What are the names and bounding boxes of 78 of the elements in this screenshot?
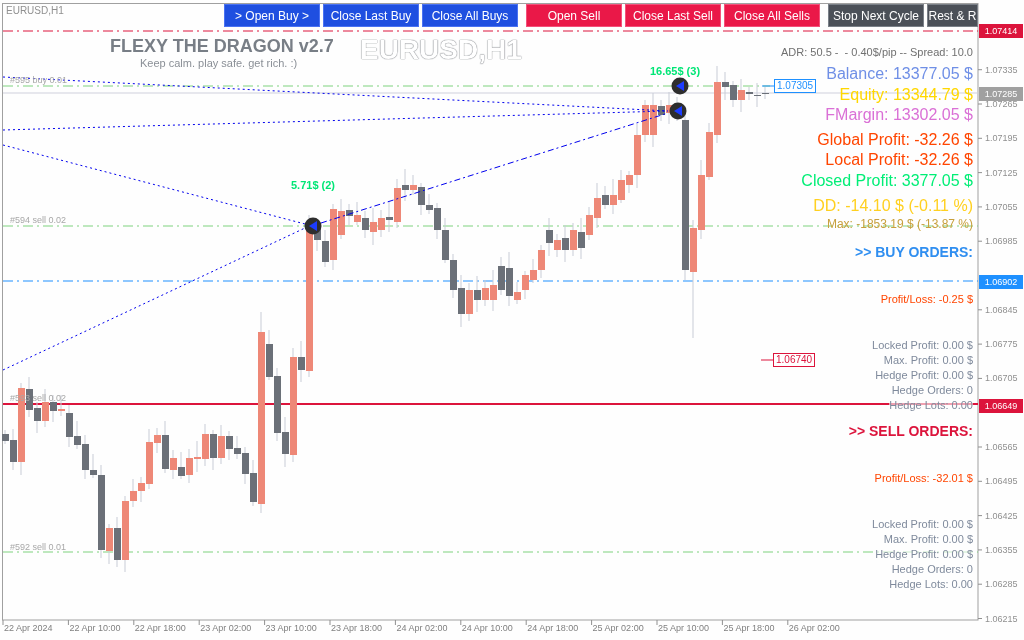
account-stat: FMargin: 13302.05 $ [825, 105, 973, 125]
time-label: 22 Apr 10:00 [69, 622, 121, 634]
account-stat: ADR: 50.5 - - 0.40$/pip -- Spread: 10.0 [781, 45, 973, 60]
trade-profit-label: 5.71$ (2) [290, 178, 336, 192]
action-button[interactable]: Close Last Sell [625, 4, 721, 27]
trade-marker-icon [304, 217, 322, 235]
order-stat: Hedge Profit: 0.00 $ [875, 547, 973, 562]
time-label: 23 Apr 02:00 [200, 622, 252, 634]
order-stat: Hedge Profit: 0.00 $ [875, 368, 973, 383]
action-button[interactable]: Stop Next Cycle [828, 4, 924, 27]
order-stat: Max. Profit: 0.00 $ [883, 353, 973, 368]
order-stat: Hedge Orders: 0 [891, 562, 973, 577]
account-stat: Local Profit: -32.26 $ [825, 150, 973, 170]
price-label: 1.06845 [985, 303, 1018, 317]
price-badge: 1.07414 [979, 24, 1023, 38]
time-label: 25 Apr 02:00 [592, 622, 644, 634]
action-button[interactable]: > Open Buy > [224, 4, 320, 27]
symbol-label: EURUSD,H1 [6, 5, 64, 17]
price-label: 1.06775 [985, 338, 1018, 352]
time-label: 24 Apr 02:00 [396, 622, 448, 634]
price-label: 1.07195 [985, 132, 1018, 146]
ea-slogan: Keep calm. play safe. get rich. :) [140, 57, 298, 70]
price-label: 1.06215 [985, 612, 1018, 626]
order-stat: Hedge Orders: 0 [891, 383, 973, 398]
profit-loss-text: Profit/Loss: -32.01 $ [874, 471, 973, 486]
time-label: 24 Apr 18:00 [527, 622, 579, 634]
order-label: #594 sell 0.02 [10, 214, 67, 226]
account-stat: Balance: 13377.05 $ [826, 64, 973, 84]
time-label: 23 Apr 18:00 [331, 622, 383, 634]
price-label: 1.06705 [985, 372, 1018, 386]
price-label: 1.07055 [985, 200, 1018, 214]
order-label: #595 buy 0.01 [10, 74, 68, 86]
price-tag: 1.07305 [774, 79, 817, 93]
price-label: 1.06565 [985, 441, 1018, 454]
price-badge: 1.07285 [979, 87, 1023, 102]
time-label: 25 Apr 18:00 [723, 622, 775, 634]
symbol-watermark: EURUSD,H1 [360, 34, 522, 66]
action-button[interactable]: Rest & R [927, 4, 978, 27]
action-button[interactable]: Close All Buys [422, 4, 518, 27]
time-label: 25 Apr 10:00 [658, 622, 710, 634]
action-button[interactable]: Close All Sells [724, 4, 820, 27]
price-label: 1.06495 [985, 475, 1018, 489]
price-tag: 1.06740 [773, 353, 816, 367]
order-stat: Max. Profit: 0.00 $ [883, 532, 973, 547]
ea-title: FLEXY THE DRAGON v2.7 [110, 35, 334, 57]
order-label: #593 sell 0.02 [10, 392, 67, 404]
price-label: 1.06285 [985, 578, 1018, 592]
time-label: 22 Apr 18:00 [134, 622, 186, 634]
price-label: 1.07335 [985, 63, 1018, 77]
action-button[interactable]: Close Last Buy [323, 4, 419, 27]
price-label: 1.06985 [985, 235, 1018, 249]
price-badge: 1.06902 [979, 274, 1023, 289]
account-stat: Global Profit: -32.26 $ [817, 129, 973, 150]
price-badge: 1.06649 [979, 398, 1023, 413]
action-button[interactable]: Open Sell [526, 4, 622, 27]
time-label: 24 Apr 10:00 [461, 622, 513, 634]
trade-profit-label: 16.65$ (3) [648, 64, 702, 78]
leader-line [761, 85, 775, 87]
time-label: 22 Apr 2024 [4, 622, 53, 634]
trade-marker-icon [671, 77, 689, 95]
price-label: 1.07125 [985, 166, 1018, 180]
order-stat: Locked Profit: 0.00 $ [872, 517, 973, 532]
trade-marker-icon [669, 102, 687, 120]
price-label: 1.06425 [985, 509, 1018, 523]
order-stat: Locked Profit: 0.00 $ [872, 338, 973, 353]
time-label: 23 Apr 10:00 [265, 622, 317, 634]
leader-line [760, 359, 774, 361]
profit-loss-text: Profit/Loss: -0.25 $ [880, 292, 973, 307]
orders-heading: >> BUY ORDERS: [855, 243, 973, 262]
order-label: #592 sell 0.01 [10, 541, 67, 553]
order-stat: Hedge Lots: 0.00 [889, 577, 973, 592]
account-stat: Closed Profit: 3377.05 $ [801, 170, 973, 191]
account-stat: Max: -1853.19 $ (-13.87 %) [826, 216, 973, 232]
account-stat: Equity: 13344.79 $ [839, 84, 973, 105]
price-label: 1.06355 [985, 543, 1018, 557]
time-label: 26 Apr 02:00 [788, 622, 840, 634]
orders-heading: >> SELL ORDERS: [848, 422, 973, 441]
account-stat: DD: -14.10 $ (-0.11 %) [813, 196, 973, 216]
